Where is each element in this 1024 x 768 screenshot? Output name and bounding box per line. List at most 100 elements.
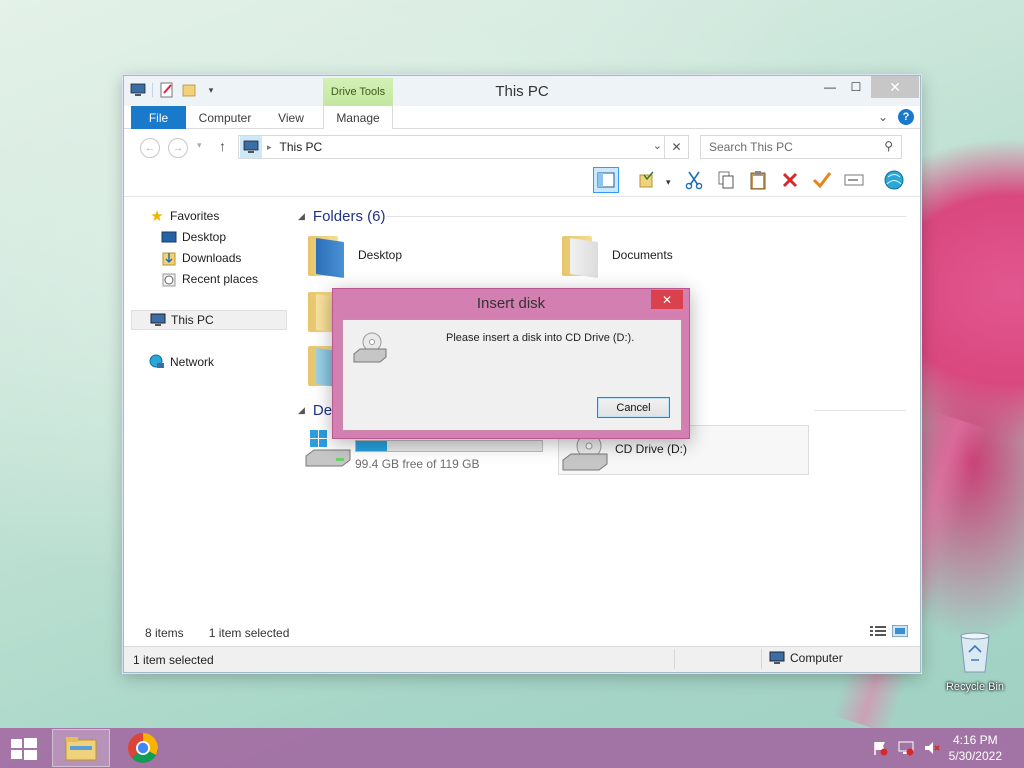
drive-d-label: CD Drive (D:) <box>615 442 687 456</box>
scissors-icon <box>685 171 703 190</box>
paste-button[interactable] <box>745 167 771 193</box>
up-arrow-icon[interactable]: ↑ <box>219 138 226 154</box>
tab-computer[interactable]: Computer <box>192 106 258 129</box>
ribbon-help-group: ⌄ ? <box>878 109 914 125</box>
copy-button[interactable] <box>713 167 739 193</box>
drive-c-usage-bar <box>355 440 543 452</box>
start-button[interactable] <box>10 737 38 761</box>
nav-recent-places[interactable]: Recent places <box>161 269 258 289</box>
nav-favorites[interactable]: ★ Favorites <box>149 206 219 226</box>
tab-file[interactable]: File <box>131 106 186 129</box>
check-boxes-button[interactable] <box>635 167 661 193</box>
address-dropdown-icon[interactable]: ⌄ <box>653 139 662 152</box>
collapse-triangle-icon: ◢ <box>298 210 305 221</box>
rename-icon <box>844 174 864 186</box>
dialog-title: Insert disk <box>476 295 546 312</box>
nav-this-pc[interactable]: This PC <box>131 310 287 330</box>
computer-icon <box>769 651 785 664</box>
network-globe-button[interactable] <box>881 167 907 193</box>
command-toolbar: ▾ <box>124 165 920 197</box>
breadcrumb-separator-icon: ▸ <box>267 141 272 152</box>
layout-dropdown-icon[interactable]: ▾ <box>666 177 671 188</box>
cut-button[interactable] <box>681 167 707 193</box>
network-icon <box>149 354 165 370</box>
downloads-icon <box>161 250 177 266</box>
close-icon: ✕ <box>661 292 673 307</box>
maximize-icon: ☐ <box>850 80 862 94</box>
large-icons-view-icon[interactable] <box>891 624 909 640</box>
status-bar: 1 item selected Computer <box>124 646 920 672</box>
nav-network[interactable]: Network <box>149 352 214 372</box>
status-location: Computer <box>769 651 843 665</box>
item-count: 8 items <box>145 626 184 640</box>
forward-arrow-icon: → <box>172 142 184 154</box>
system-tray <box>872 740 940 756</box>
selected-count: 1 item selected <box>208 626 290 640</box>
folder-icon <box>306 232 350 278</box>
this-pc-icon <box>240 136 262 158</box>
folder-documents[interactable]: Documents <box>560 230 673 280</box>
breadcrumb[interactable]: This PC <box>280 140 323 154</box>
window-title: This PC <box>495 83 549 100</box>
search-input[interactable]: Search This PC ⚲ <box>700 135 902 159</box>
cancel-button[interactable]: Cancel <box>597 397 670 418</box>
folder-desktop[interactable]: Desktop <box>306 230 402 280</box>
delete-button[interactable] <box>777 167 803 193</box>
recycle-bin-icon <box>960 632 990 673</box>
recent-places-icon <box>161 271 177 287</box>
clipboard-icon <box>750 171 766 190</box>
close-button[interactable]: ✕ <box>871 76 919 98</box>
taskbar: 4:16 PM 5/30/2022 <box>0 728 1024 768</box>
taskbar-file-explorer[interactable] <box>52 729 110 767</box>
dialog-close-button[interactable]: ✕ <box>651 290 683 309</box>
expand-ribbon-icon[interactable]: ⌄ <box>878 110 888 124</box>
tab-manage[interactable]: Manage <box>323 106 393 129</box>
nav-downloads[interactable]: Downloads <box>161 248 241 268</box>
back-button[interactable]: ← <box>140 138 160 158</box>
file-explorer-icon <box>65 737 97 761</box>
details-view-icon[interactable] <box>870 625 886 640</box>
star-icon: ★ <box>150 208 164 225</box>
forward-button[interactable]: → <box>168 138 188 158</box>
nav-desktop[interactable]: Desktop <box>161 227 226 247</box>
checkmark-icon <box>812 172 832 189</box>
search-icon: ⚲ <box>884 139 893 153</box>
close-icon: ✕ <box>889 78 901 95</box>
navigation-bar: ← → ▾ ↑ ▸ This PC ⌄ ✕ Search This PC ⚲ <box>124 134 920 162</box>
taskbar-chrome[interactable] <box>114 729 172 767</box>
action-center-flag-icon[interactable] <box>872 740 888 756</box>
folders-group-header[interactable]: ◢ Folders (6) <box>298 206 385 226</box>
volume-muted-icon[interactable] <box>924 740 940 756</box>
check-button[interactable] <box>809 167 835 193</box>
item-count-bar: 8 items 1 item selected <box>145 626 289 640</box>
address-clear-icon[interactable]: ✕ <box>664 135 689 159</box>
ribbon-tabs: File Computer View Manage <box>124 106 920 129</box>
status-selection: 1 item selected <box>133 653 214 667</box>
copy-icon <box>718 171 734 189</box>
chrome-icon <box>128 733 158 763</box>
recycle-bin[interactable]: Recycle Bin <box>940 630 1010 700</box>
minimize-button[interactable]: — <box>817 76 843 98</box>
clock[interactable]: 4:16 PM 5/30/2022 <box>949 732 1002 764</box>
back-arrow-icon: ← <box>144 142 156 154</box>
search-placeholder: Search This PC <box>709 140 793 154</box>
clock-time: 4:16 PM <box>952 733 998 747</box>
recent-locations-icon[interactable]: ▾ <box>197 140 202 151</box>
recycle-bin-label: Recycle Bin <box>945 681 1005 693</box>
delete-x-icon <box>782 172 798 188</box>
globe-icon <box>884 170 904 190</box>
tab-view[interactable]: View <box>268 106 314 129</box>
maximize-button[interactable]: ☐ <box>843 76 869 98</box>
preview-pane-button[interactable] <box>593 167 619 193</box>
this-pc-icon <box>150 312 166 328</box>
title-bar[interactable]: ▾ Drive Tools This PC — ☐ ✕ <box>124 76 920 106</box>
drive-c-free-space: 99.4 GB free of 119 GB <box>355 457 480 471</box>
view-switcher <box>870 624 909 640</box>
help-icon[interactable]: ? <box>898 109 914 125</box>
rename-button[interactable] <box>841 167 867 193</box>
dialog-message: Please insert a disk into CD Drive (D:). <box>446 332 635 344</box>
desktop-icon <box>161 229 177 245</box>
address-bar[interactable]: ▸ This PC ⌄ ✕ <box>238 135 689 159</box>
insert-disk-dialog: Insert disk ✕ Please insert a disk into … <box>332 288 690 439</box>
network-status-icon[interactable] <box>898 740 914 756</box>
